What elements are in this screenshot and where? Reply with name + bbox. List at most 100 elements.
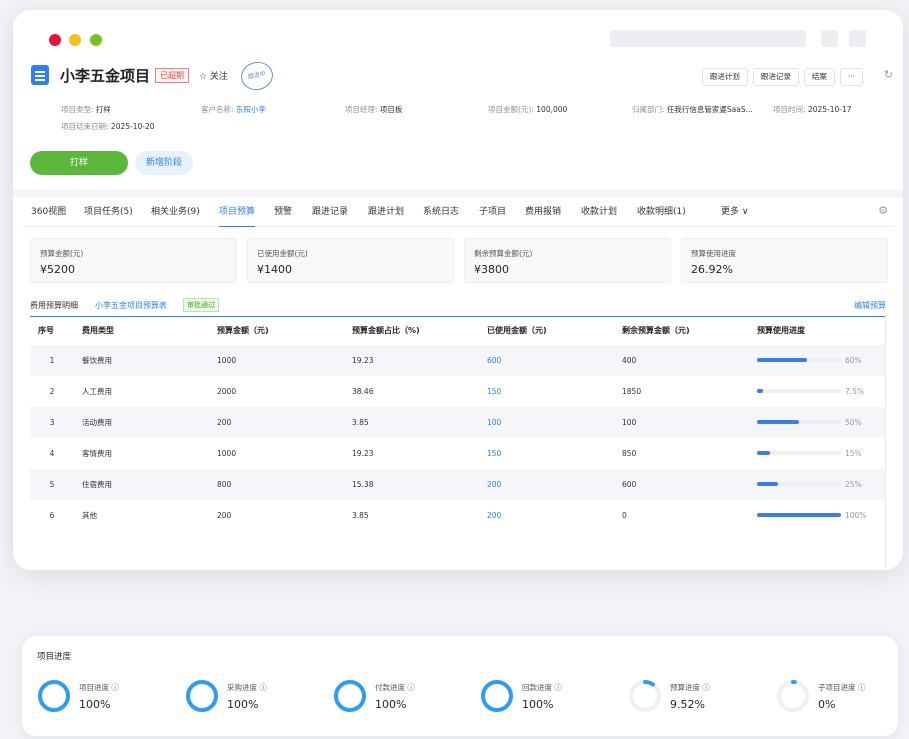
progress-bar-fill [757,358,808,363]
meta-amount: 项目金额(元): 100,000 [488,105,568,114]
tab-collection-detail[interactable]: 收款明细(1) [637,204,686,217]
maximize-dot[interactable] [90,34,102,46]
meta-type: 项目类型: 打样 [61,105,111,114]
col-remain: 剩余预算金额（元) [614,316,749,345]
row-budget: 1000 [217,448,237,458]
settings-gear-icon[interactable]: ⚙ [878,204,888,217]
used-amount-card: 已使用金额(元) ¥1400 [247,238,454,283]
progress-ring [629,680,661,712]
row-ratio: 3.85 [344,406,479,438]
row-remain: 400 [614,344,749,376]
project-doc-icon [31,65,49,85]
tab-system-log[interactable]: 系统日志 [423,204,459,217]
row-progress: 7.5% [749,376,886,407]
progress-bar-fill [757,482,778,487]
progress-bar [757,358,841,363]
progress-bar-fill [757,420,799,425]
progress-ring-track [777,680,809,712]
progress-value: 0% [818,698,836,711]
progress-percent: 100% [845,510,867,520]
address-bar[interactable] [610,30,806,47]
status-stamp: 跟进中 [238,58,276,94]
follow-plan-button[interactable]: 跟进计划 [701,68,748,86]
progress-item: 回款进度 ⓘ 100% [479,678,619,718]
tab-alerts[interactable]: 预警 [274,204,292,217]
tab-follow-plans[interactable]: 跟进计划 [368,204,404,217]
add-stage-button[interactable]: 新增阶段 [135,151,193,175]
progress-ring-fill [481,680,513,712]
progress-ring [186,680,218,712]
progress-label: 采购进度 ⓘ [227,683,267,692]
edit-budget-link[interactable]: 编辑预算 [854,300,886,311]
detail-title: 费用预算明细 [30,301,78,310]
meta-dept: 归属部门: 任我行信息管家婆SaaS... [632,105,753,114]
progress-label: 付款进度 ⓘ [375,683,415,692]
row-ratio: 3.85 [352,510,369,520]
refresh-icon[interactable]: ↻ [884,68,893,81]
tab-expenses[interactable]: 费用报销 [525,204,561,217]
tab-more[interactable]: 更多 ∨ [721,204,748,217]
meta-manager: 项目经理: 项目板 [345,105,403,114]
row-used-link[interactable]: 150 [479,376,614,407]
progress-item: 子项目进度 ⓘ 0% [775,678,909,718]
tab-related[interactable]: 相关业务(9) [151,204,200,217]
budget-sheet-link[interactable]: 小李五金项目预算表 [95,300,167,311]
row-used-link[interactable]: 200 [479,468,614,500]
toolbar-placeholder[interactable] [821,30,838,47]
tab-subprojects[interactable]: 子项目 [479,204,506,217]
progress-value: 100% [227,698,259,711]
progress-ring [38,680,70,712]
row-ratio: 38.46 [352,386,374,396]
progress-value: 9.52% [670,698,705,711]
tab-tasks[interactable]: 项目任务(5) [84,204,133,217]
row-used-link[interactable]: 150 [479,438,614,469]
progress-value: 100% [522,698,554,711]
row-progress: 60% [749,344,886,376]
close-case-button[interactable]: 结案 [803,68,835,86]
progress-bar [757,482,841,487]
tab-360-view[interactable]: 360视图 [31,204,66,217]
row-budget: 1000 [209,344,344,376]
row-used-link[interactable]: 600 [479,344,614,376]
approval-status-badge: 审批通过 [183,298,219,312]
row-no: 4 [49,448,55,458]
customer-link[interactable]: 东阳小李 [236,105,266,114]
progress-value: 100% [79,698,111,711]
row-type: 餐饮费用 [74,344,209,376]
progress-value: 100% [375,698,407,711]
close-dot[interactable] [49,34,61,46]
overdue-badge: 已超期 [155,68,189,83]
follow-record-button[interactable]: 跟进记录 [752,68,799,86]
progress-percent: 25% [845,479,862,489]
meta-customer: 客户名称: 东阳小李 [201,105,266,114]
progress-bar-fill [757,513,841,518]
row-used-link[interactable]: 200 [479,500,614,531]
col-ratio: 预算金额占比（%) [344,316,479,345]
minimize-dot[interactable] [69,34,81,46]
table-scrollbar[interactable] [885,316,886,568]
progress-percent: 15% [845,448,862,458]
tab-budget[interactable]: 项目预算 [219,204,256,227]
row-budget: 200 [217,510,232,520]
tab-follow-records[interactable]: 跟进记录 [312,204,348,217]
row-type: 其他 [82,510,97,520]
toolbar-placeholder[interactable] [849,30,866,47]
row-used-link[interactable]: 100 [479,406,614,438]
row-remain: 600 [614,468,749,500]
row-type: 住宿费用 [74,468,209,500]
row-no: 2 [49,386,55,396]
more-button[interactable]: ··· [839,68,863,86]
project-progress-panel: 项目进度 项目进度 ⓘ 100% 采购进度 ⓘ 100% 付款进度 ⓘ 100% 回款进度 … [22,636,898,736]
follow-button[interactable]: ☆ 关注 [199,69,228,82]
current-stage-button[interactable]: 打样 [30,151,128,175]
progress-percent: 50% [845,417,862,427]
progress-label: 子项目进度 ⓘ [818,683,866,692]
budget-amount-card: 预算金额(元) ¥5200 [30,238,237,283]
progress-bar [757,389,841,394]
table-row: 4 客情费用 1000 19.23 150 850 15% [30,438,886,469]
tab-collection-plan[interactable]: 收款计划 [581,204,617,217]
row-remain: 850 [622,448,637,458]
col-used: 已使用金额（元) [479,316,614,345]
progress-percent: 7.5% [845,386,865,396]
row-ratio: 19.23 [344,344,479,376]
